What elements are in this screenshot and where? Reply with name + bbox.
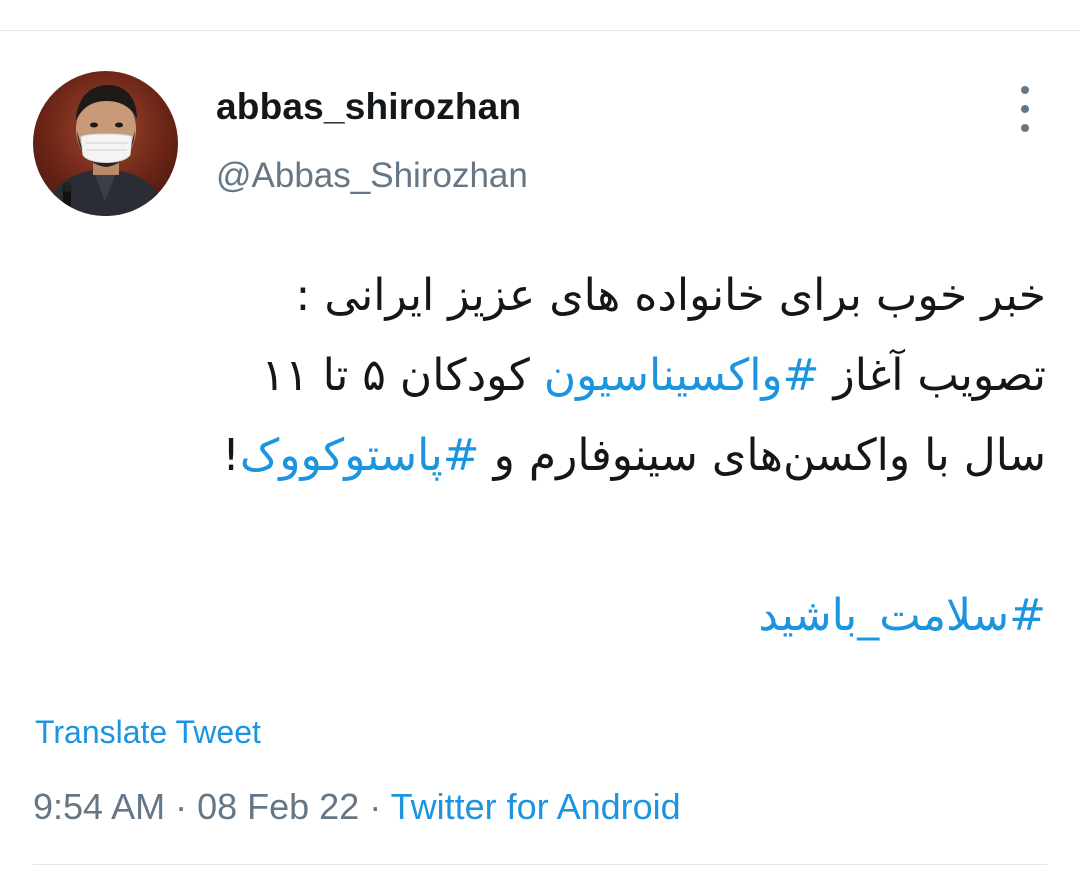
tweet-text: خبر خوب برای خانواده های عزیز ایرانی : ت…	[40, 256, 1046, 656]
tweet-text-segment: کودکان ۵ تا ۱۱	[261, 350, 544, 401]
tweet-metadata: 9:54 AM · 08 Feb 22 · Twitter for Androi…	[33, 786, 681, 828]
hashtag-link-vaccination[interactable]: #واکسیناسیون	[544, 350, 820, 401]
hashtag-link-stay-healthy[interactable]: #سلامت_باشید	[758, 590, 1046, 641]
top-divider	[0, 30, 1080, 31]
translate-tweet-link[interactable]: Translate Tweet	[35, 714, 261, 751]
tweet-date[interactable]: 08 Feb 22	[197, 786, 359, 827]
tweet-line-5: #سلامت_باشید	[40, 576, 1046, 656]
more-dot	[1021, 86, 1029, 94]
tweet-line-2: تصویب آغاز #واکسیناسیون کودکان ۵ تا ۱۱	[40, 336, 1046, 416]
more-dot	[1021, 105, 1029, 113]
tweet-source-link[interactable]: Twitter for Android	[391, 786, 681, 827]
more-dot	[1021, 124, 1029, 132]
tweet-text-segment: سال با واکسن‌های سینوفارم و	[479, 430, 1046, 481]
tweet-line-3: سال با واکسن‌های سینوفارم و #پاستوکووک!	[40, 416, 1046, 496]
avatar[interactable]	[33, 71, 178, 216]
tweet-time[interactable]: 9:54 AM	[33, 786, 165, 827]
more-vertical-icon[interactable]	[1005, 86, 1045, 132]
author-display-name[interactable]: abbas_shirozhan	[216, 86, 521, 128]
meta-separator: ·	[359, 786, 391, 827]
tweet-text-segment: !	[222, 430, 240, 481]
meta-separator: ·	[165, 786, 198, 827]
author-handle[interactable]: @Abbas_Shirozhan	[216, 156, 528, 196]
profile-photo-icon	[43, 85, 169, 216]
tweet-line-1: خبر خوب برای خانواده های عزیز ایرانی :	[295, 270, 1046, 321]
tweet-text-segment: تصویب آغاز	[819, 350, 1046, 401]
bottom-divider	[33, 864, 1047, 865]
hashtag-link-pastocovac[interactable]: #پاستوکووک	[240, 430, 480, 481]
